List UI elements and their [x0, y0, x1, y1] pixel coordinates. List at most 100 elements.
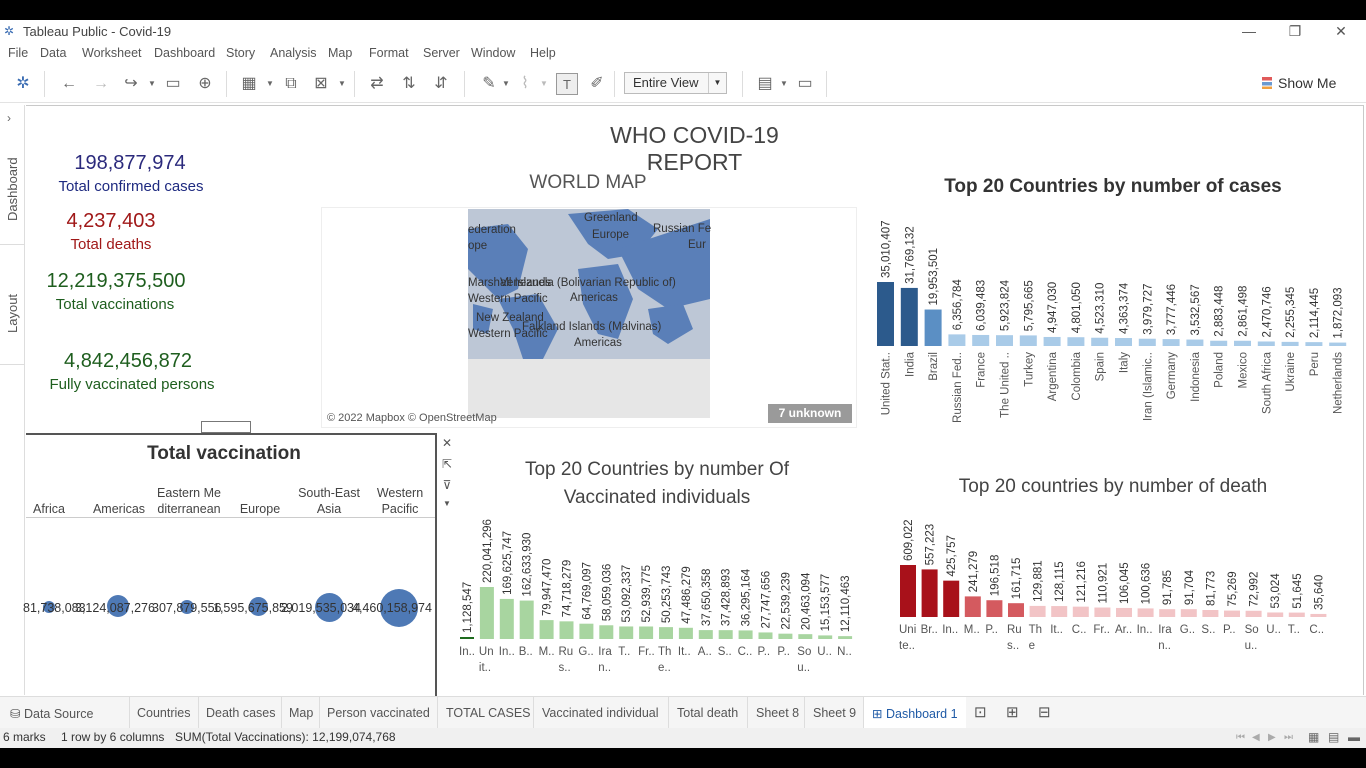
chart-bar[interactable]: [1202, 610, 1219, 617]
chart-bar[interactable]: [1091, 337, 1109, 346]
bar-value-label[interactable]: 35,640: [1313, 575, 1325, 610]
bar-value-label[interactable]: 53,092,337: [621, 565, 633, 623]
bar-value-label[interactable]: 2,470,746: [1261, 286, 1273, 337]
next-page-icon[interactable]: ▶: [1268, 732, 1276, 743]
unknown-locations-badge[interactable]: 7 unknown: [768, 404, 852, 423]
chart-bar[interactable]: [559, 621, 574, 639]
expand-panel-icon[interactable]: ›: [7, 111, 11, 125]
chart-bar[interactable]: [460, 637, 474, 639]
chart-bar[interactable]: [519, 600, 534, 639]
chart-bar[interactable]: [900, 287, 918, 346]
bar-value-label[interactable]: 161,715: [1011, 558, 1023, 600]
swap-rows-columns-icon[interactable]: ⇄: [366, 73, 388, 95]
chart-bar[interactable]: [1281, 341, 1299, 346]
chart-bar[interactable]: [1186, 339, 1204, 346]
bar-value-label[interactable]: 12,110,463: [840, 575, 852, 632]
chevron-down-icon[interactable]: ▼: [338, 73, 346, 95]
bar-value-label[interactable]: 4,947,030: [1047, 282, 1059, 333]
total-vaccination-panel[interactable]: Total vaccination Africa Americas Easter…: [23, 421, 437, 697]
bar-value-label[interactable]: 5,795,665: [1023, 280, 1035, 331]
bar-value-label[interactable]: 241,279: [968, 551, 980, 593]
highlight-icon[interactable]: ✎: [478, 73, 500, 95]
bar-value-label[interactable]: 196,518: [989, 555, 1001, 597]
chart-bar[interactable]: [838, 636, 853, 639]
tab-vaccinated-individual[interactable]: Vaccinated individual: [542, 706, 659, 720]
menu-analysis[interactable]: Analysis: [270, 46, 317, 60]
bar-value-label[interactable]: 79,947,470: [542, 559, 554, 617]
tab-sheet-8[interactable]: Sheet 8: [756, 706, 799, 720]
menu-map[interactable]: Map: [328, 46, 352, 60]
tab-layout-pane[interactable]: Layout: [0, 255, 25, 365]
bar-value-label[interactable]: 4,801,050: [1071, 282, 1083, 333]
chart-bar[interactable]: [964, 596, 981, 617]
menu-story[interactable]: Story: [226, 46, 255, 60]
chart-bar[interactable]: [1051, 606, 1068, 617]
chart-bar[interactable]: [1288, 612, 1305, 617]
bar-value-label[interactable]: 22,539,239: [780, 572, 792, 630]
chart-bar[interactable]: [718, 630, 733, 639]
chart-bar[interactable]: [579, 623, 594, 639]
bar-value-label[interactable]: 2,114,445: [1309, 288, 1321, 338]
chart-bar[interactable]: [921, 569, 938, 617]
bar-value-label[interactable]: 47,486,279: [681, 566, 693, 624]
filmstrip-icon[interactable]: ▤: [1328, 730, 1339, 744]
chart-bar[interactable]: [778, 633, 793, 639]
bar-value-label[interactable]: 5,923,824: [1000, 279, 1012, 331]
new-worksheet-icon[interactable]: ▦: [238, 73, 260, 95]
chart-bar[interactable]: [1138, 338, 1156, 346]
bar-value-label[interactable]: 36,295,164: [741, 568, 753, 626]
chart-bar[interactable]: [1329, 342, 1347, 346]
chart-bar[interactable]: [1067, 337, 1085, 346]
tableau-home-icon[interactable]: ✲: [12, 73, 34, 95]
chevron-down-icon[interactable]: ▼: [540, 73, 548, 95]
chart-bar[interactable]: [539, 620, 554, 639]
close-button[interactable]: ✕: [1318, 20, 1364, 42]
bar-value-label[interactable]: 31,769,132: [904, 226, 916, 284]
chart-bar[interactable]: [1116, 607, 1132, 617]
chart-bar[interactable]: [678, 627, 693, 639]
tab-sheet-9[interactable]: Sheet 9: [813, 706, 856, 720]
bar-value-label[interactable]: 75,269: [1227, 571, 1239, 606]
bar-value-label[interactable]: 27,747,656: [761, 571, 773, 629]
chart-bar[interactable]: [659, 627, 673, 639]
clear-sheet-icon[interactable]: ⊠: [310, 73, 332, 95]
chevron-down-icon[interactable]: ▼: [266, 73, 274, 95]
chart-bar[interactable]: [798, 634, 813, 639]
bar-value-label[interactable]: 19,953,501: [928, 248, 940, 306]
bar-value-label[interactable]: 64,769,097: [581, 562, 593, 620]
last-page-icon[interactable]: ⏭: [1284, 732, 1293, 743]
bar-value-label[interactable]: 37,428,893: [721, 569, 733, 627]
bar-value-label[interactable]: 37,650,358: [701, 569, 713, 627]
chart-bar[interactable]: [1115, 338, 1132, 346]
tabs-view-icon[interactable]: ▬: [1348, 730, 1360, 744]
tab-person-vaccinated[interactable]: Person vaccinated: [327, 706, 430, 720]
bar-value-label[interactable]: 2,255,345: [1285, 287, 1297, 338]
bar-value-label[interactable]: 51,645: [1292, 573, 1304, 608]
presentation-mode-icon[interactable]: ▭: [794, 73, 816, 95]
bar-value-label[interactable]: 6,356,784: [952, 279, 964, 331]
new-worksheet-tab-icon[interactable]: ⊡: [974, 703, 987, 721]
sheet-sorter-icon[interactable]: ▦: [1308, 730, 1319, 744]
tab-dashboard-1[interactable]: ⊞ Dashboard 1: [864, 697, 966, 729]
tab-dashboard-pane[interactable]: Dashboard: [0, 135, 25, 245]
bar-value-label[interactable]: 52,939,775: [641, 565, 653, 623]
chart-bar[interactable]: [1029, 605, 1046, 617]
menu-file[interactable]: File: [8, 46, 28, 60]
chart-bar[interactable]: [619, 626, 634, 639]
menu-server[interactable]: Server: [423, 46, 460, 60]
chart-bar[interactable]: [996, 335, 1013, 346]
chart-bar[interactable]: [1267, 612, 1284, 617]
chart-bar[interactable]: [1072, 606, 1089, 617]
redo-icon[interactable]: →: [90, 73, 112, 95]
bar-value-label[interactable]: 20,463,094: [800, 572, 812, 630]
bar-value-label[interactable]: 100,636: [1141, 563, 1153, 605]
undo-icon[interactable]: ←: [58, 73, 80, 95]
bar-value-label[interactable]: 53,024: [1270, 573, 1282, 609]
view-size-select[interactable]: Entire View ▼: [624, 72, 727, 94]
bar-value-label[interactable]: 2,883,448: [1214, 286, 1226, 337]
chart-bar[interactable]: [900, 565, 916, 617]
minimize-button[interactable]: —: [1226, 20, 1272, 42]
show-me-button[interactable]: Show Me: [1262, 75, 1336, 91]
bar-value-label[interactable]: 220,041,296: [482, 519, 494, 583]
chart-bar[interactable]: [1008, 603, 1024, 617]
